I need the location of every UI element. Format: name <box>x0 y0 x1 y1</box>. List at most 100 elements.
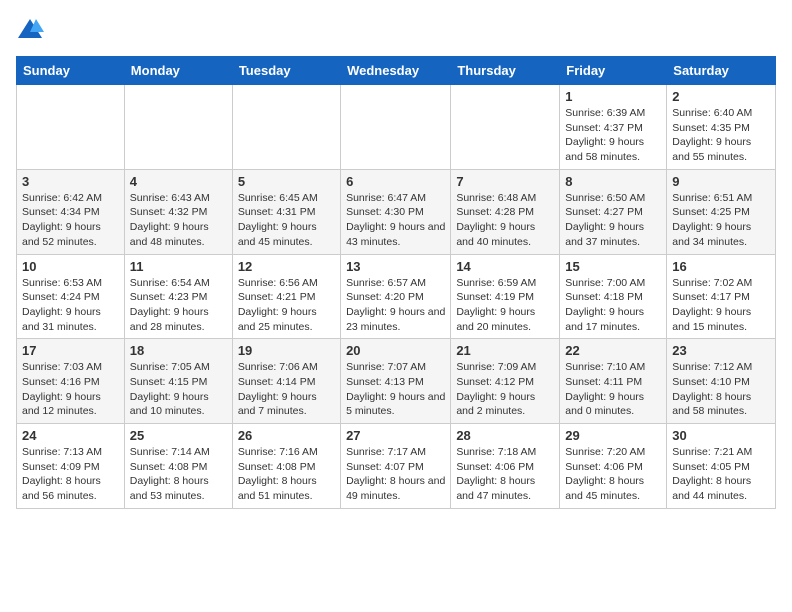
day-info: Sunrise: 7:12 AMSunset: 4:10 PMDaylight:… <box>672 360 770 419</box>
weekday-header: Thursday <box>451 57 560 85</box>
calendar-week-row: 17Sunrise: 7:03 AMSunset: 4:16 PMDayligh… <box>17 339 776 424</box>
day-info: Sunrise: 6:39 AMSunset: 4:37 PMDaylight:… <box>565 106 661 165</box>
calendar-cell: 19 Sunrise: 7:06 AMSunset: 4:14 PMDayligh… <box>232 339 340 424</box>
logo-icon <box>16 16 44 44</box>
day-info: Sunrise: 6:54 AMSunset: 4:23 PMDaylight:… <box>130 276 227 335</box>
weekday-header: Friday <box>560 57 667 85</box>
calendar-cell: 30 Sunrise: 7:21 AMSunset: 4:05 PMDayligh… <box>667 424 776 509</box>
calendar-cell: 15Sunrise: 7:00 AMSunset: 4:18 PMDayligh… <box>560 254 667 339</box>
calendar-cell: 23 Sunrise: 7:12 AMSunset: 4:10 PMDayligh… <box>667 339 776 424</box>
day-info: Sunrise: 6:47 AMSunset: 4:30 PMDaylight:… <box>346 191 445 250</box>
calendar-cell: 11 Sunrise: 6:54 AMSunset: 4:23 PMDayligh… <box>124 254 232 339</box>
calendar-cell: 29 Sunrise: 7:20 AMSunset: 4:06 PMDayligh… <box>560 424 667 509</box>
day-info: Sunrise: 6:42 AMSunset: 4:34 PMDaylight:… <box>22 191 119 250</box>
weekday-header: Wednesday <box>341 57 451 85</box>
day-number: 10 <box>22 259 119 274</box>
day-info: Sunrise: 7:21 AMSunset: 4:05 PMDaylight:… <box>672 445 770 504</box>
day-number: 7 <box>456 174 554 189</box>
day-info: Sunrise: 6:50 AMSunset: 4:27 PMDaylight:… <box>565 191 661 250</box>
day-info: Sunrise: 7:13 AMSunset: 4:09 PMDaylight:… <box>22 445 119 504</box>
calendar-cell: 6 Sunrise: 6:47 AMSunset: 4:30 PMDaylight… <box>341 169 451 254</box>
calendar-cell: 13 Sunrise: 6:57 AMSunset: 4:20 PMDayligh… <box>341 254 451 339</box>
day-info: Sunrise: 7:09 AMSunset: 4:12 PMDaylight:… <box>456 360 554 419</box>
day-info: Sunrise: 7:18 AMSunset: 4:06 PMDaylight:… <box>456 445 554 504</box>
day-number: 16 <box>672 259 770 274</box>
day-number: 30 <box>672 428 770 443</box>
calendar-cell: 22Sunrise: 7:10 AMSunset: 4:11 PMDayligh… <box>560 339 667 424</box>
day-number: 27 <box>346 428 445 443</box>
day-number: 15 <box>565 259 661 274</box>
calendar-cell: 7 Sunrise: 6:48 AMSunset: 4:28 PMDaylight… <box>451 169 560 254</box>
day-number: 17 <box>22 343 119 358</box>
day-number: 2 <box>672 89 770 104</box>
day-number: 29 <box>565 428 661 443</box>
calendar-cell <box>124 85 232 170</box>
calendar-cell: 20Sunrise: 7:07 AMSunset: 4:13 PMDayligh… <box>341 339 451 424</box>
calendar-cell: 28Sunrise: 7:18 AMSunset: 4:06 PMDayligh… <box>451 424 560 509</box>
day-info: Sunrise: 7:07 AMSunset: 4:13 PMDaylight:… <box>346 360 445 419</box>
day-info: Sunrise: 6:56 AMSunset: 4:21 PMDaylight:… <box>238 276 335 335</box>
calendar-cell: 14 Sunrise: 6:59 AMSunset: 4:19 PMDayligh… <box>451 254 560 339</box>
calendar-cell: 8Sunrise: 6:50 AMSunset: 4:27 PMDaylight… <box>560 169 667 254</box>
day-number: 19 <box>238 343 335 358</box>
calendar-cell <box>341 85 451 170</box>
day-info: Sunrise: 7:14 AMSunset: 4:08 PMDaylight:… <box>130 445 227 504</box>
calendar-cell <box>451 85 560 170</box>
day-number: 5 <box>238 174 335 189</box>
calendar-cell: 4 Sunrise: 6:43 AMSunset: 4:32 PMDaylight… <box>124 169 232 254</box>
calendar-cell: 16 Sunrise: 7:02 AMSunset: 4:17 PMDayligh… <box>667 254 776 339</box>
day-info: Sunrise: 7:20 AMSunset: 4:06 PMDaylight:… <box>565 445 661 504</box>
calendar-week-row: 10 Sunrise: 6:53 AMSunset: 4:24 PMDayligh… <box>17 254 776 339</box>
day-number: 6 <box>346 174 445 189</box>
calendar-cell: 3 Sunrise: 6:42 AMSunset: 4:34 PMDaylight… <box>17 169 125 254</box>
calendar-week-row: 24Sunrise: 7:13 AMSunset: 4:09 PMDayligh… <box>17 424 776 509</box>
day-info: Sunrise: 6:43 AMSunset: 4:32 PMDaylight:… <box>130 191 227 250</box>
day-info: Sunrise: 6:59 AMSunset: 4:19 PMDaylight:… <box>456 276 554 335</box>
day-number: 18 <box>130 343 227 358</box>
weekday-header: Monday <box>124 57 232 85</box>
day-info: Sunrise: 7:05 AMSunset: 4:15 PMDaylight:… <box>130 360 227 419</box>
day-info: Sunrise: 6:57 AMSunset: 4:20 PMDaylight:… <box>346 276 445 335</box>
calendar-cell: 27 Sunrise: 7:17 AMSunset: 4:07 PMDayligh… <box>341 424 451 509</box>
calendar-week-row: 3 Sunrise: 6:42 AMSunset: 4:34 PMDaylight… <box>17 169 776 254</box>
calendar-cell: 10 Sunrise: 6:53 AMSunset: 4:24 PMDayligh… <box>17 254 125 339</box>
day-number: 23 <box>672 343 770 358</box>
day-info: Sunrise: 7:17 AMSunset: 4:07 PMDaylight:… <box>346 445 445 504</box>
calendar-week-row: 1Sunrise: 6:39 AMSunset: 4:37 PMDaylight… <box>17 85 776 170</box>
calendar-cell: 21 Sunrise: 7:09 AMSunset: 4:12 PMDayligh… <box>451 339 560 424</box>
day-number: 26 <box>238 428 335 443</box>
day-info: Sunrise: 6:53 AMSunset: 4:24 PMDaylight:… <box>22 276 119 335</box>
calendar-cell: 1Sunrise: 6:39 AMSunset: 4:37 PMDaylight… <box>560 85 667 170</box>
day-info: Sunrise: 7:10 AMSunset: 4:11 PMDaylight:… <box>565 360 661 419</box>
calendar-cell: 17Sunrise: 7:03 AMSunset: 4:16 PMDayligh… <box>17 339 125 424</box>
calendar-cell: 5 Sunrise: 6:45 AMSunset: 4:31 PMDaylight… <box>232 169 340 254</box>
calendar-header-row: SundayMondayTuesdayWednesdayThursdayFrid… <box>17 57 776 85</box>
page-header <box>16 16 776 44</box>
day-number: 21 <box>456 343 554 358</box>
day-info: Sunrise: 6:40 AMSunset: 4:35 PMDaylight:… <box>672 106 770 165</box>
calendar-cell: 12 Sunrise: 6:56 AMSunset: 4:21 PMDayligh… <box>232 254 340 339</box>
calendar-cell: 24Sunrise: 7:13 AMSunset: 4:09 PMDayligh… <box>17 424 125 509</box>
day-number: 12 <box>238 259 335 274</box>
day-info: Sunrise: 6:48 AMSunset: 4:28 PMDaylight:… <box>456 191 554 250</box>
day-info: Sunrise: 7:02 AMSunset: 4:17 PMDaylight:… <box>672 276 770 335</box>
calendar-body: 1Sunrise: 6:39 AMSunset: 4:37 PMDaylight… <box>17 85 776 509</box>
calendar-cell: 25Sunrise: 7:14 AMSunset: 4:08 PMDayligh… <box>124 424 232 509</box>
day-number: 3 <box>22 174 119 189</box>
day-number: 4 <box>130 174 227 189</box>
calendar-cell <box>17 85 125 170</box>
day-info: Sunrise: 7:06 AMSunset: 4:14 PMDaylight:… <box>238 360 335 419</box>
day-info: Sunrise: 6:51 AMSunset: 4:25 PMDaylight:… <box>672 191 770 250</box>
calendar-cell: 2 Sunrise: 6:40 AMSunset: 4:35 PMDaylight… <box>667 85 776 170</box>
day-number: 13 <box>346 259 445 274</box>
calendar-cell: 18 Sunrise: 7:05 AMSunset: 4:15 PMDayligh… <box>124 339 232 424</box>
weekday-header: Tuesday <box>232 57 340 85</box>
weekday-header: Saturday <box>667 57 776 85</box>
calendar-cell: 9 Sunrise: 6:51 AMSunset: 4:25 PMDaylight… <box>667 169 776 254</box>
day-number: 11 <box>130 259 227 274</box>
weekday-header: Sunday <box>17 57 125 85</box>
day-number: 9 <box>672 174 770 189</box>
day-number: 14 <box>456 259 554 274</box>
day-info: Sunrise: 6:45 AMSunset: 4:31 PMDaylight:… <box>238 191 335 250</box>
calendar-table: SundayMondayTuesdayWednesdayThursdayFrid… <box>16 56 776 509</box>
